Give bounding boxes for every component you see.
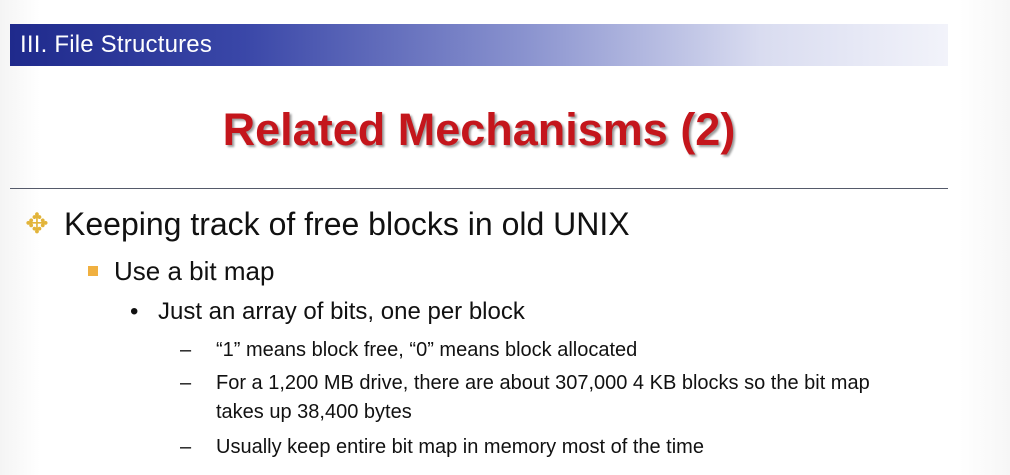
bullet-level3-text: Just an array of bits, one per block xyxy=(158,298,525,325)
bullet-level4-text: For a 1,200 MB drive, there are about 30… xyxy=(216,372,870,423)
bullet-level4-item: – For a 1,200 MB drive, there are about … xyxy=(180,369,896,427)
slide: III. File Structures Related Mechanisms … xyxy=(0,0,1010,475)
dash-bullet-icon: – xyxy=(180,372,192,394)
bullet-level1: ✥ Keeping track of free blocks in old UN… xyxy=(24,202,630,246)
dot-bullet-icon: • xyxy=(130,298,139,325)
bullet-level4-item: – Usually keep entire bit map in memory … xyxy=(180,433,704,461)
section-title: III. File Structures xyxy=(20,31,213,58)
four-diamond-star-icon: ✥ xyxy=(25,208,49,239)
square-bullet-icon xyxy=(88,266,98,276)
bullet-level1-text: Keeping track of free blocks in old UNIX xyxy=(64,205,630,242)
bullet-level4-text: Usually keep entire bit map in memory mo… xyxy=(216,435,704,458)
bullet-level4-item: – “1” means block free, “0” means block … xyxy=(180,336,637,364)
bullet-level2: Use a bit map xyxy=(88,254,274,288)
dash-bullet-icon: – xyxy=(180,435,192,458)
dash-bullet-icon: – xyxy=(180,338,192,361)
bullet-level4-text: “1” means block free, “0” means block al… xyxy=(216,338,638,361)
bullet-level2-text: Use a bit map xyxy=(114,255,275,286)
slide-title: Related Mechanisms (2) xyxy=(222,104,736,155)
title-divider xyxy=(10,188,948,189)
bullet-level3: • Just an array of bits, one per block xyxy=(130,296,525,328)
section-header-bar: III. File Structures xyxy=(10,24,948,66)
